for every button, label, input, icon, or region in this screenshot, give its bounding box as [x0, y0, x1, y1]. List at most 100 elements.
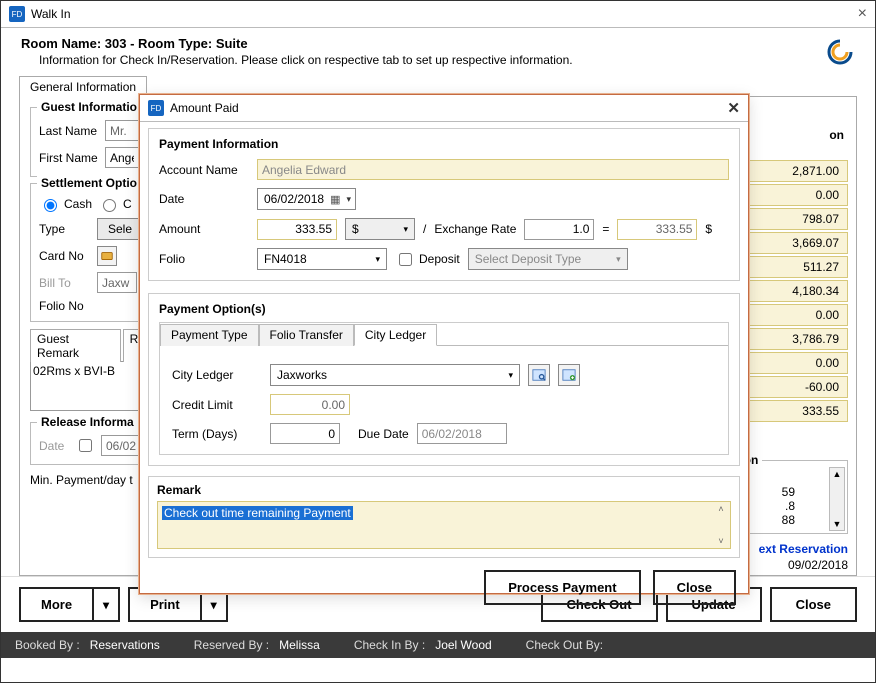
deposit-checkbox[interactable]: Deposit	[395, 250, 460, 269]
currency-select[interactable]: $▾	[345, 218, 415, 240]
type-label: Type	[39, 222, 91, 236]
cash-radio-label: Cash	[64, 197, 92, 211]
due-date-label: Due Date	[358, 427, 409, 441]
city-ledger-search-button[interactable]	[528, 364, 550, 386]
credit-radio-label: C	[123, 197, 132, 211]
room-header: Room Name: 303 - Room Type: Suite	[21, 36, 825, 51]
folio-select[interactable]: FN4018 ▾	[257, 248, 387, 270]
bill-to-label: Bill To	[39, 276, 91, 290]
folio-no-label: Folio No	[39, 299, 91, 313]
on-legend: on	[829, 128, 844, 142]
first-name-field[interactable]	[105, 147, 139, 168]
remark-text: Check out time remaining Payment	[162, 506, 353, 520]
release-date-checkbox[interactable]	[79, 439, 92, 452]
date-label: Date	[159, 192, 249, 206]
guest-info-legend: Guest Informatio	[37, 100, 141, 114]
tab-city-ledger[interactable]: City Ledger	[354, 324, 437, 346]
currency-value: $	[352, 222, 359, 236]
date-picker[interactable]: 06/02/2018 ▦ ▾	[257, 188, 356, 210]
amount-label: Amount	[159, 222, 249, 236]
payment-info-title: Payment Information	[159, 137, 729, 151]
remark-title: Remark	[157, 483, 731, 497]
chevron-down-icon: ▾	[403, 224, 408, 235]
settlement-legend: Settlement Optio	[37, 176, 141, 190]
deposit-type-select: Select Deposit Type ▾	[468, 248, 628, 270]
tab-payment-type[interactable]: Payment Type	[160, 324, 259, 346]
dialog-title: Amount Paid	[170, 101, 727, 115]
status-bar: Booked By : Reservations Reserved By : M…	[1, 632, 875, 658]
window-close-button[interactable]: ×	[858, 5, 867, 23]
scrollbar[interactable]: ▲▼	[829, 467, 845, 531]
room-name-value: 303	[105, 36, 127, 51]
tab-general-information[interactable]: General Information	[19, 76, 147, 97]
equals-label: =	[602, 222, 609, 236]
room-type-value: Suite	[216, 36, 248, 51]
dialog-close-button[interactable]: ✕	[727, 99, 740, 117]
chevron-down-icon: ▾	[346, 194, 351, 205]
term-days-label: Term (Days)	[172, 427, 262, 441]
city-ledger-value: Jaxworks	[277, 368, 327, 382]
header-subtitle: Information for Check In/Reservation. Pl…	[21, 53, 825, 67]
term-days-field[interactable]	[270, 423, 340, 444]
city-ledger-select[interactable]: Jaxworks▾	[270, 364, 520, 386]
main-titlebar: FD Walk In ×	[1, 1, 875, 28]
deposit-type-placeholder: Select Deposit Type	[475, 252, 582, 266]
credit-limit-field	[270, 394, 350, 415]
checkout-by-label: Check Out By:	[526, 638, 603, 652]
chevron-down-icon: ▾	[616, 254, 621, 265]
app-icon: FD	[9, 6, 25, 22]
window-title: Walk In	[31, 7, 858, 21]
guest-remark-tab[interactable]: Guest Remark	[30, 329, 121, 362]
more-dropdown-caret[interactable]: ▾	[94, 587, 120, 622]
amount-field[interactable]	[257, 219, 337, 240]
credit-limit-label: Credit Limit	[172, 398, 262, 412]
folio-value: FN4018	[264, 252, 307, 266]
process-payment-button[interactable]: Process Payment	[484, 570, 640, 605]
room-type-prefix: - Room Type:	[127, 36, 216, 51]
credit-radio[interactable]: C	[98, 196, 132, 212]
checkin-by-value: Joel Wood	[435, 638, 491, 652]
deposit-label: Deposit	[419, 252, 460, 266]
account-name-label: Account Name	[159, 163, 249, 177]
amount-paid-dialog: FD Amount Paid ✕ Payment Information Acc…	[139, 94, 749, 594]
release-info-legend: Release Informa	[37, 415, 138, 429]
chevron-down-icon: ▾	[375, 254, 380, 265]
card-icon[interactable]	[97, 246, 117, 266]
room-name-prefix: Room Name:	[21, 36, 105, 51]
checkin-by-label: Check In By :	[354, 638, 425, 652]
calendar-icon: ▦	[330, 193, 340, 206]
close-button[interactable]: Close	[770, 587, 857, 622]
brand-logo	[825, 37, 855, 67]
booked-by-label: Booked By :	[15, 638, 80, 652]
due-date-field	[417, 423, 507, 444]
converted-currency-label: $	[705, 222, 712, 236]
payment-options-title: Payment Option(s)	[159, 302, 729, 316]
date-value: 06/02/2018	[264, 192, 324, 206]
title-select[interactable]	[105, 120, 139, 141]
release-date-label: Date	[39, 439, 69, 453]
reserved-by-value: Melissa	[279, 638, 320, 652]
cash-radio[interactable]: Cash	[39, 196, 92, 212]
dialog-close-button-bottom[interactable]: Close	[653, 570, 736, 605]
remark-scrollbar[interactable]: ˄˅	[714, 504, 728, 546]
type-select-button[interactable]: Sele	[97, 218, 141, 240]
last-name-label: Last Name	[39, 124, 99, 138]
account-name-field	[257, 159, 729, 180]
more-split-button[interactable]: More ▾	[19, 587, 120, 622]
dialog-app-icon: FD	[148, 100, 164, 116]
folio-label: Folio	[159, 252, 249, 266]
exchange-rate-field[interactable]	[524, 219, 594, 240]
more-button[interactable]: More	[19, 587, 94, 622]
converted-amount-field	[617, 219, 697, 240]
city-ledger-add-button[interactable]	[558, 364, 580, 386]
first-name-label: First Name	[39, 151, 99, 165]
bill-to-field	[97, 272, 137, 293]
remark-textarea[interactable]: Check out time remaining Payment ˄˅	[157, 501, 731, 549]
slash-label: /	[423, 222, 426, 236]
booked-by-value: Reservations	[90, 638, 160, 652]
exchange-rate-label: Exchange Rate	[434, 222, 516, 236]
tab-folio-transfer[interactable]: Folio Transfer	[259, 324, 354, 346]
reserved-by-label: Reserved By :	[194, 638, 269, 652]
city-ledger-label: City Ledger	[172, 368, 262, 382]
card-no-label: Card No	[39, 249, 91, 263]
